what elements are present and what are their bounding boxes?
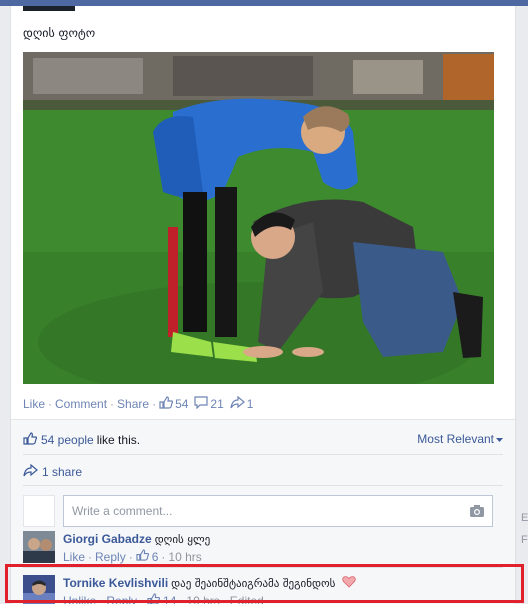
comment-author[interactable]: Tornike Kevlishvili	[63, 576, 168, 590]
side-column-text: F	[521, 534, 528, 546]
separator: ·	[161, 549, 166, 564]
separator: ·	[222, 593, 227, 604]
news-feed-post: დღის ფოტო Like · Comment · Share · 54 21…	[10, 6, 516, 604]
comment-placeholder: Write a comment...	[72, 504, 173, 518]
comment-like-link[interactable]: Like	[63, 550, 85, 564]
separator: ·	[152, 397, 157, 411]
side-column-text: E	[521, 512, 528, 524]
camera-icon[interactable]	[470, 505, 484, 520]
share-arrow-icon	[230, 395, 245, 412]
divider	[23, 567, 503, 568]
comment-unlike-link[interactable]: Unlike	[63, 594, 96, 604]
separator: ·	[128, 549, 133, 564]
avatar[interactable]	[23, 531, 55, 563]
separator: ·	[179, 593, 184, 604]
feedback-section: 54 people like this. Most Relevant 1 sha…	[11, 419, 515, 604]
thumbs-up-icon	[147, 593, 161, 604]
likers-link[interactable]: 54 people	[41, 433, 94, 447]
comment-like-count[interactable]: 6	[152, 550, 159, 564]
comment-bubble-icon	[194, 396, 209, 412]
like-count[interactable]: 54	[175, 397, 188, 411]
shares-label: 1 share	[42, 465, 83, 479]
likes-suffix: like this.	[96, 433, 141, 447]
caret-down-icon	[496, 432, 503, 446]
photo-image	[23, 52, 494, 384]
comment-meta: Unlike · Reply · 14 · 10 hrs · Edited	[63, 593, 264, 604]
separator: ·	[99, 593, 104, 604]
comment-author-line: Tornike Kevlishvili დაე შეაინშტაიგრამა შე…	[63, 576, 356, 591]
share-arrow-icon	[23, 463, 38, 480]
shares-summary[interactable]: 1 share	[23, 463, 83, 480]
comment-sort-dropdown[interactable]: Most Relevant	[417, 432, 503, 446]
post-action-bar: Like · Comment · Share · 54 21 1	[23, 395, 254, 412]
comment-text: დაე შეაინშტაიგრამა შეგინდოს	[171, 577, 336, 590]
separator: ·	[88, 549, 93, 564]
comment-reply-link[interactable]: Reply	[95, 550, 126, 564]
comment-input[interactable]: Write a comment...	[63, 495, 493, 527]
comment-author[interactable]: Giorgi Gabadze	[63, 532, 152, 546]
thumbs-up-icon	[23, 432, 38, 448]
like-link[interactable]: Like	[23, 397, 45, 411]
post-photo[interactable]	[23, 52, 494, 384]
separator: ·	[140, 593, 145, 604]
comment-reply-link[interactable]: Reply	[106, 594, 137, 604]
edited-label[interactable]: Edited	[230, 594, 264, 604]
avatar[interactable]	[23, 575, 55, 604]
share-link[interactable]: Share	[117, 397, 149, 411]
share-count[interactable]: 1	[247, 397, 254, 411]
thumbs-up-icon	[159, 396, 174, 412]
comment-author-line: Giorgi Gabadze დღის ყლე	[63, 532, 210, 546]
header-strip	[23, 6, 75, 11]
heart-icon	[342, 576, 356, 591]
thumbs-up-icon	[136, 549, 149, 564]
current-user-avatar	[23, 495, 55, 527]
likes-summary: 54 people like this.	[23, 432, 140, 448]
separator: ·	[110, 397, 115, 411]
separator: ·	[48, 397, 53, 411]
sort-label: Most Relevant	[417, 432, 494, 446]
comment-link[interactable]: Comment	[55, 397, 107, 411]
comment-time[interactable]: 10 hrs	[186, 594, 219, 604]
divider	[23, 454, 503, 455]
comment-meta: Like · Reply · 6 · 10 hrs	[63, 549, 202, 564]
comment-text: დღის ყლე	[154, 533, 211, 546]
comment-count[interactable]: 21	[210, 397, 223, 411]
comment-time[interactable]: 10 hrs	[168, 550, 201, 564]
post-caption: დღის ფოტო	[23, 26, 96, 40]
divider	[23, 485, 503, 486]
comment-like-count[interactable]: 14	[163, 594, 176, 604]
